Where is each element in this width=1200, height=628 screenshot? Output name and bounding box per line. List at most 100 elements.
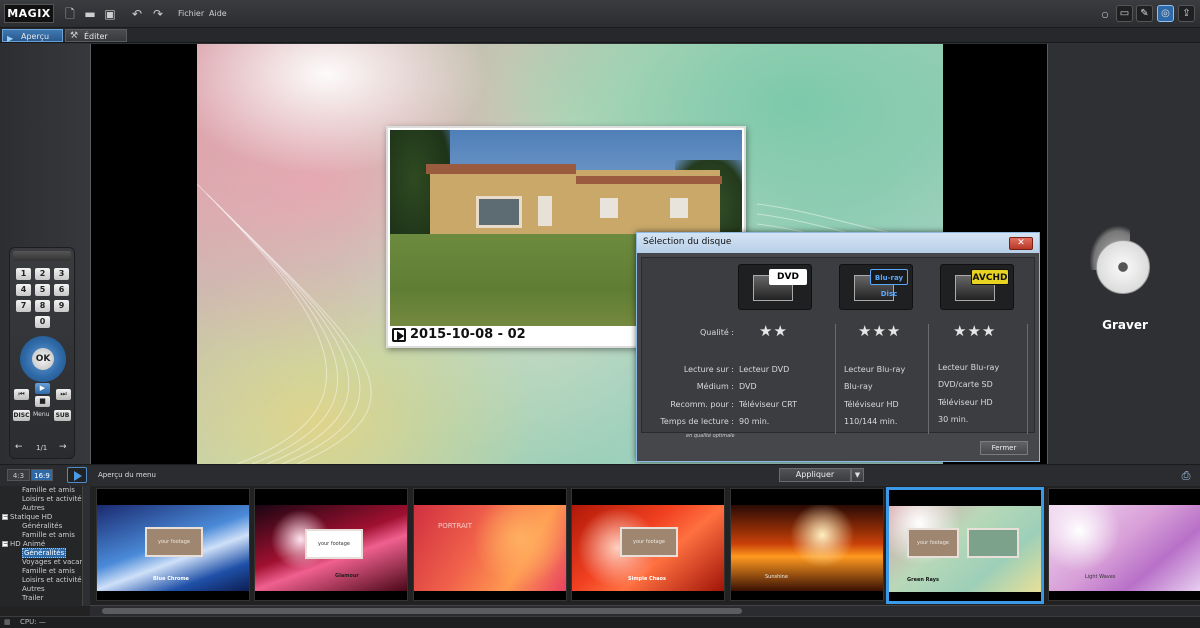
top-bar: MAGIX 🗋 ▬ ▣ ↶ ↷ Fichier Aide ○ ▭ ✎ ◎ ⇪ bbox=[0, 0, 1200, 28]
wrench-icon: ⚒ bbox=[70, 31, 79, 41]
remote-ok-button[interactable]: OK bbox=[32, 348, 54, 370]
tree-item-label: Autres bbox=[22, 585, 45, 593]
collapse-toggle-icon[interactable]: − bbox=[2, 514, 8, 520]
new-file-icon[interactable]: 🗋 bbox=[63, 7, 77, 21]
template-card: your footage bbox=[907, 528, 959, 558]
tree-item[interactable]: Autres bbox=[2, 504, 85, 513]
template-thumb-blue-chrome[interactable]: your footage Blue Chrome bbox=[96, 488, 250, 601]
aspect-ratio-16-9-button[interactable]: 16:9 bbox=[31, 469, 53, 481]
tree-item[interactable]: − Statique HD bbox=[2, 513, 85, 522]
tree-item[interactable]: Autres bbox=[2, 585, 85, 594]
menu-preview-play-button[interactable] bbox=[67, 467, 87, 483]
tree-item[interactable]: Généralités bbox=[2, 548, 85, 558]
tree-item[interactable]: Trailer bbox=[2, 594, 85, 603]
template-thumb-simple-chaos[interactable]: your footage Simple Chaos bbox=[571, 488, 725, 601]
redo-icon[interactable]: ↷ bbox=[151, 7, 165, 21]
dvd-format-option[interactable]: DVD bbox=[738, 264, 812, 310]
remote-key-2[interactable]: 2 bbox=[35, 268, 50, 280]
remote-key-7[interactable]: 7 bbox=[16, 300, 31, 312]
remote-next-button[interactable]: ⏭ bbox=[56, 389, 71, 400]
avchd-quality-stars: ★★★ bbox=[953, 322, 997, 340]
tab-editer-label: Éditer bbox=[84, 32, 108, 41]
template-tree: Famille et amis Loisirs et activités Autre… bbox=[0, 486, 90, 606]
tree-item-label: Famille et amis bbox=[22, 567, 75, 575]
remote-sub-button[interactable]: SUB bbox=[54, 410, 71, 421]
remote-key-0[interactable]: 0 bbox=[35, 316, 50, 328]
tree-item[interactable]: Loisirs et activités bbox=[2, 495, 85, 504]
remote-key-8[interactable]: 8 bbox=[35, 300, 50, 312]
template-label: Light Waves bbox=[1085, 574, 1116, 580]
save-icon[interactable]: ▣ bbox=[103, 7, 117, 21]
door bbox=[538, 196, 552, 226]
disc-selection-dialog: Sélection du disque ✕ DVD Blu-ray Disc A… bbox=[636, 232, 1040, 462]
template-thumb-green-rays[interactable]: your footage Green Rays bbox=[886, 487, 1044, 604]
remote-key-3[interactable]: 3 bbox=[54, 268, 69, 280]
menu-toolbar: 4:3 16:9 Aperçu du menu Appliquer ▼ ⎙ bbox=[0, 464, 1200, 486]
tree-item-label: HD Animé bbox=[10, 540, 46, 548]
mode-tabs: ▶ Aperçu ⚒ Éditer bbox=[0, 28, 1200, 43]
tree-item[interactable]: Loisirs et activités bbox=[2, 576, 85, 585]
template-thumb-sunshine[interactable]: Sunshine bbox=[730, 488, 884, 601]
bluray-playback: Lecteur Blu-ray bbox=[844, 365, 906, 374]
bluray-duration: 110/144 min. bbox=[844, 417, 898, 426]
tree-item[interactable]: Généralités bbox=[2, 522, 85, 531]
undo-icon[interactable]: ↶ bbox=[130, 7, 144, 21]
bluray-format-option[interactable]: Blu-ray Disc bbox=[839, 264, 913, 310]
tree-item[interactable]: Famille et amis bbox=[2, 486, 85, 495]
tree-item[interactable]: Famille et amis bbox=[2, 567, 85, 576]
duration-note: en qualité optimale bbox=[686, 433, 735, 439]
template-scrollbar[interactable] bbox=[90, 605, 1200, 616]
tab-editer[interactable]: ⚒ Éditer bbox=[65, 29, 127, 42]
tab-apercu[interactable]: ▶ Aperçu bbox=[2, 29, 63, 43]
next-page-icon[interactable]: → bbox=[59, 442, 67, 452]
tools-icon[interactable]: ✎ bbox=[1136, 5, 1153, 22]
template-thumb-light-waves[interactable]: Light Waves bbox=[1048, 488, 1200, 601]
remote-key-1[interactable]: 1 bbox=[16, 268, 31, 280]
remote-key-5[interactable]: 5 bbox=[35, 284, 50, 296]
burn-label[interactable]: Graver bbox=[1090, 318, 1160, 332]
remote-play-button[interactable]: ▶ bbox=[35, 383, 50, 394]
remote-disc-button[interactable]: DISC bbox=[13, 410, 30, 421]
menu-fichier[interactable]: Fichier bbox=[178, 9, 204, 18]
dialog-close-icon[interactable]: ✕ bbox=[1009, 237, 1033, 250]
template-card-2 bbox=[967, 528, 1019, 558]
network-icon[interactable]: ⎙ bbox=[1178, 469, 1194, 482]
remote-stop-button[interactable]: ■ bbox=[35, 396, 50, 407]
prev-page-icon[interactable]: ← bbox=[15, 442, 23, 452]
dvd-medium: DVD bbox=[739, 382, 757, 391]
remote-key-9[interactable]: 9 bbox=[54, 300, 69, 312]
remote-menu-label[interactable]: Menu bbox=[33, 411, 49, 418]
status-bar: ▦ CPU: — bbox=[0, 616, 1200, 628]
upload-icon[interactable]: ⇪ bbox=[1178, 5, 1195, 22]
collapse-toggle-icon[interactable]: − bbox=[2, 541, 8, 547]
disc-mode-icon[interactable]: ◎ bbox=[1157, 5, 1174, 22]
remote-dpad[interactable]: OK bbox=[20, 336, 66, 382]
remote-key-6[interactable]: 6 bbox=[54, 284, 69, 296]
remote-key-4[interactable]: 4 bbox=[16, 284, 31, 296]
tree-item[interactable]: Famille et amis bbox=[2, 531, 85, 540]
template-thumb-portrait[interactable]: PORTRAIT bbox=[413, 488, 567, 601]
open-folder-icon[interactable]: ▬ bbox=[83, 7, 97, 21]
dvd-quality-stars: ★★ bbox=[759, 322, 788, 340]
tab-apercu-label: Aperçu bbox=[21, 32, 50, 41]
template-label: Blue Chrome bbox=[153, 576, 189, 582]
menu-aide[interactable]: Aide bbox=[209, 9, 227, 18]
chevron-down-icon[interactable]: ▼ bbox=[851, 468, 864, 482]
aspect-ratio-4-3-button[interactable]: 4:3 bbox=[7, 469, 30, 481]
tree-item[interactable]: Voyages et vacan bbox=[2, 558, 85, 567]
monitor-icon[interactable]: ▭ bbox=[1116, 5, 1133, 22]
avchd-format-option[interactable]: AVCHD bbox=[940, 264, 1014, 310]
small-circle-icon[interactable]: ○ bbox=[1098, 8, 1112, 22]
page-indicator: 1/1 bbox=[36, 444, 48, 452]
template-thumb-glamour[interactable]: your footage Glamour bbox=[254, 488, 408, 601]
dialog-close-button[interactable]: Fermer bbox=[980, 441, 1028, 455]
apply-button[interactable]: Appliquer bbox=[779, 468, 851, 482]
scrollbar-thumb[interactable] bbox=[102, 608, 742, 614]
dvd-column: ★★ Lecteur DVD DVD Téléviseur CRT 90 min… bbox=[739, 322, 839, 434]
bluray-recommended: Téléviseur HD bbox=[844, 400, 899, 409]
burn-button[interactable] bbox=[1090, 226, 1154, 310]
recommended-label: Recomm. pour : bbox=[670, 400, 734, 409]
tree-item-label: Autres bbox=[22, 504, 45, 512]
remote-prev-button[interactable]: ⏮ bbox=[14, 389, 29, 400]
tree-scrollbar[interactable] bbox=[82, 486, 90, 606]
